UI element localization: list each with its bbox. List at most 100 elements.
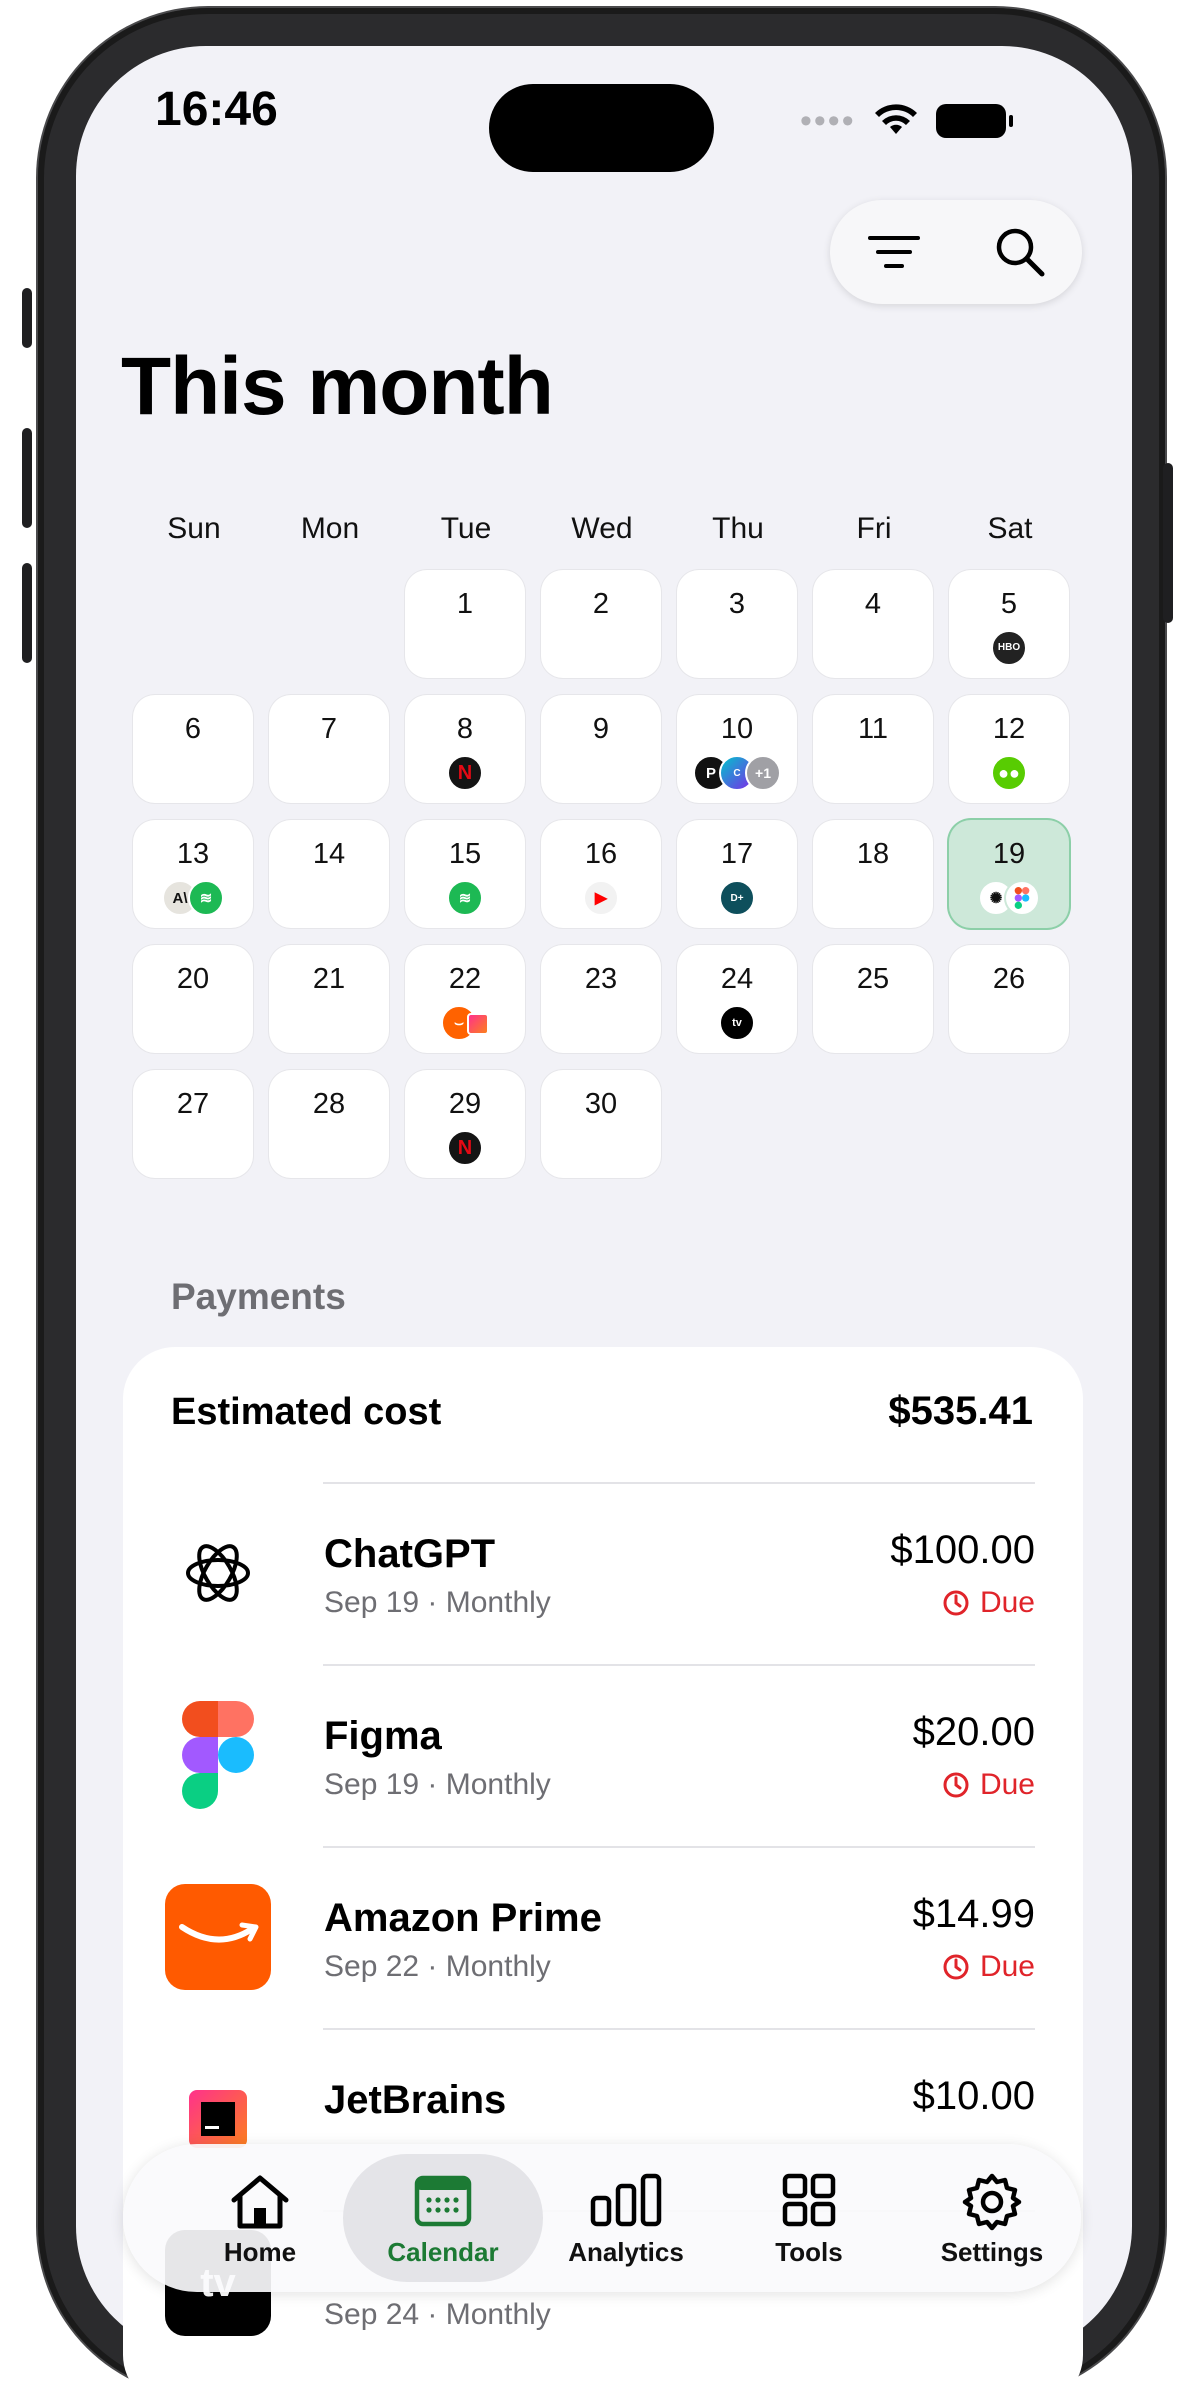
house-icon xyxy=(231,2175,289,2229)
grid-icon xyxy=(782,2173,836,2227)
calendar-day[interactable]: 18 xyxy=(813,820,933,928)
calendar-day[interactable]: 1 xyxy=(405,570,525,678)
day-number: 30 xyxy=(584,1088,618,1120)
page-title: This month xyxy=(121,341,554,432)
tab-settings[interactable]: Settings xyxy=(897,2144,1087,2292)
calendar-day[interactable]: 25 xyxy=(813,945,933,1053)
calendar-day[interactable]: 6 xyxy=(133,695,253,803)
calendar-day[interactable]: 27 xyxy=(133,1070,253,1178)
calendar-day[interactable]: 20 xyxy=(133,945,253,1053)
day-number: 5 xyxy=(1000,588,1018,620)
day-number: 23 xyxy=(584,963,618,995)
day-number: 20 xyxy=(176,963,210,995)
calendar-day[interactable]: 7 xyxy=(269,695,389,803)
calendar-day[interactable]: 17 D+ xyxy=(677,820,797,928)
day-number: 13 xyxy=(176,838,210,870)
calendar-day[interactable]: 8 N xyxy=(405,695,525,803)
calendar-day[interactable]: 10 P C +1 xyxy=(677,695,797,803)
divider xyxy=(323,1482,1035,1484)
tab-calendar[interactable]: Calendar xyxy=(343,2144,543,2292)
tab-label: Home xyxy=(223,2237,297,2267)
day-number: 18 xyxy=(856,838,890,870)
divider xyxy=(323,2028,1035,2030)
day-number: 12 xyxy=(992,713,1026,745)
payment-price: $10.00 xyxy=(912,2074,1035,2118)
calendar-day[interactable]: 22 ⌣ xyxy=(405,945,525,1053)
calendar-day[interactable]: 13 A\ ≋ xyxy=(133,820,253,928)
day-number: 14 xyxy=(312,838,346,870)
jetbrains-icon xyxy=(467,1013,489,1035)
volume-down-button xyxy=(22,563,32,663)
day-number: 8 xyxy=(456,713,474,745)
day-number: 19 xyxy=(992,838,1026,870)
day-number: 16 xyxy=(584,838,618,870)
calendar-day[interactable]: 21 xyxy=(269,945,389,1053)
calendar-day[interactable]: 28 xyxy=(269,1070,389,1178)
weekday-label: Wed xyxy=(571,512,633,545)
weekday-label: Sat xyxy=(987,512,1033,545)
calendar-day[interactable]: 2 xyxy=(541,570,661,678)
tab-tools[interactable]: Tools xyxy=(714,2144,904,2292)
calendar-day[interactable]: 12 ●● xyxy=(949,695,1069,803)
payment-status: Due xyxy=(942,1586,1035,1620)
calendar-day[interactable]: 9 xyxy=(541,695,661,803)
figma-icon xyxy=(1004,880,1040,916)
dynamic-island xyxy=(489,84,714,172)
calendar-day[interactable]: 4 xyxy=(813,570,933,678)
disney-plus-icon: D+ xyxy=(719,880,755,916)
apple-tv-icon: tv xyxy=(719,1005,755,1041)
day-number: 26 xyxy=(992,963,1026,995)
tab-home[interactable]: Home xyxy=(165,2144,355,2292)
netflix-icon: N xyxy=(447,1130,483,1166)
calendar-icon xyxy=(414,2175,472,2227)
day-number: 17 xyxy=(720,838,754,870)
day-number: 3 xyxy=(728,588,746,620)
tab-analytics[interactable]: Analytics xyxy=(531,2144,721,2292)
calendar-day[interactable]: 5 HBO xyxy=(949,570,1069,678)
power-button xyxy=(1163,463,1173,623)
payment-row[interactable]: Amazon Prime Sep 22 · Monthly $14.99 Due xyxy=(123,1846,1083,2028)
status-label: Due xyxy=(979,1586,1035,1619)
signal-dots-icon: •••• xyxy=(800,102,856,140)
calendar-day[interactable]: 3 xyxy=(677,570,797,678)
clock-icon xyxy=(943,1772,969,1798)
payment-name: Amazon Prime xyxy=(324,1896,602,1940)
bar-chart-icon xyxy=(590,2173,662,2227)
youtube-icon: ▶ xyxy=(583,880,619,916)
volume-up-button xyxy=(22,428,32,528)
day-number: 4 xyxy=(864,588,882,620)
battery-icon xyxy=(935,104,1013,138)
calendar-day[interactable]: 30 xyxy=(541,1070,661,1178)
payment-schedule: Sep 24 · Monthly xyxy=(324,2298,551,2331)
calendar-day[interactable]: 14 xyxy=(269,820,389,928)
status-label: Due xyxy=(979,1950,1035,1983)
payment-name: Figma xyxy=(324,1714,442,1758)
calendar-day[interactable]: 29 N xyxy=(405,1070,525,1178)
top-toolbar xyxy=(830,200,1082,304)
day-number: 7 xyxy=(320,713,338,745)
estimated-cost-value: $535.41 xyxy=(888,1389,1033,1433)
day-number: 15 xyxy=(448,838,482,870)
calendar-day[interactable]: 16 ▶ xyxy=(541,820,661,928)
calendar-day[interactable]: 15 ≋ xyxy=(405,820,525,928)
netflix-icon: N xyxy=(447,755,483,791)
payment-price: $100.00 xyxy=(890,1528,1035,1572)
calendar-day-today[interactable]: 19 ✺ xyxy=(949,820,1069,928)
day-number: 27 xyxy=(176,1088,210,1120)
amazon-icon xyxy=(165,1884,271,1990)
weekday-label: Tue xyxy=(440,512,492,545)
calendar-day[interactable]: 26 xyxy=(949,945,1069,1053)
day-number: 2 xyxy=(592,588,610,620)
payment-name: JetBrains xyxy=(324,2078,507,2122)
divider xyxy=(323,1846,1035,1848)
day-number: 9 xyxy=(592,713,610,745)
chatgpt-icon xyxy=(165,1520,271,1626)
calendar-day[interactable]: 11 xyxy=(813,695,933,803)
wifi-icon xyxy=(874,104,917,134)
calendar-day[interactable]: 24 tv xyxy=(677,945,797,1053)
payment-row[interactable]: Figma Sep 19 · Monthly $20.00 Due xyxy=(123,1664,1083,1846)
payment-row[interactable]: ChatGPT Sep 19 · Monthly $100.00 Due xyxy=(123,1482,1083,1664)
filter-icon[interactable] xyxy=(866,232,922,272)
calendar-day[interactable]: 23 xyxy=(541,945,661,1053)
search-icon[interactable] xyxy=(994,226,1046,278)
